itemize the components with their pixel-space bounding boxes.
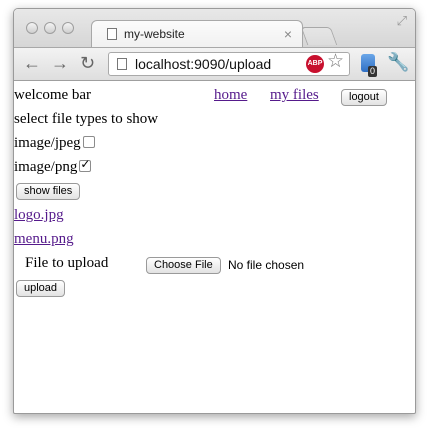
zoom-window-button[interactable] <box>62 22 74 34</box>
upload-label: File to upload <box>25 255 109 271</box>
tab-title: my-website <box>124 27 185 41</box>
filter-png: image/png <box>14 157 92 176</box>
filter-jpeg-checkbox[interactable] <box>82 136 95 148</box>
tab-strip: my-website × ⤢ <box>14 9 415 49</box>
close-tab-icon[interactable]: × <box>284 26 292 42</box>
page-icon <box>117 58 127 70</box>
extension-badge: 0 <box>368 66 378 77</box>
no-file-text: No file chosen <box>228 258 305 272</box>
forward-icon[interactable]: → <box>51 53 69 73</box>
file-link-menu[interactable]: menu.png <box>14 231 74 248</box>
new-tab-button[interactable] <box>300 27 338 45</box>
filter-png-checkbox[interactable] <box>79 157 92 172</box>
my-files-link[interactable]: my files <box>270 87 319 104</box>
adblock-icon[interactable]: ABP <box>306 55 324 73</box>
tab-my-website[interactable]: my-website × <box>91 20 303 49</box>
page-content: welcome bar home my files logout select … <box>14 81 415 413</box>
choose-file-button[interactable]: Choose File <box>146 257 221 274</box>
wrench-menu-icon[interactable]: 🔧 <box>387 52 409 73</box>
home-link[interactable]: home <box>214 87 247 104</box>
page-icon <box>107 28 117 40</box>
browser-window: my-website × ⤢ ← → ↻ localhost:9090/uplo… <box>13 8 416 414</box>
filter-jpeg-label: image/jpeg <box>14 135 81 151</box>
back-icon[interactable]: ← <box>23 53 41 73</box>
bookmark-star-icon[interactable]: ☆ <box>327 52 344 72</box>
filter-png-label: image/png <box>14 159 78 175</box>
logout-button[interactable]: logout <box>341 89 387 106</box>
minimize-window-button[interactable] <box>44 22 56 34</box>
filter-heading: select file types to show <box>14 111 159 127</box>
show-files-button[interactable]: show files <box>16 183 81 200</box>
filter-jpeg: image/jpeg <box>14 135 95 152</box>
upload-button[interactable]: upload <box>16 280 66 297</box>
close-window-button[interactable] <box>26 22 38 34</box>
reload-icon[interactable]: ↻ <box>80 53 95 73</box>
url-text: localhost:9090/upload <box>135 56 272 72</box>
fullscreen-icon[interactable]: ⤢ <box>397 13 407 29</box>
file-link-logo[interactable]: logo.jpg <box>14 207 64 224</box>
welcome-text: welcome bar <box>14 87 92 103</box>
browser-toolbar: ← → ↻ localhost:9090/upload ABP ☆ 0 🔧 <box>14 47 415 81</box>
